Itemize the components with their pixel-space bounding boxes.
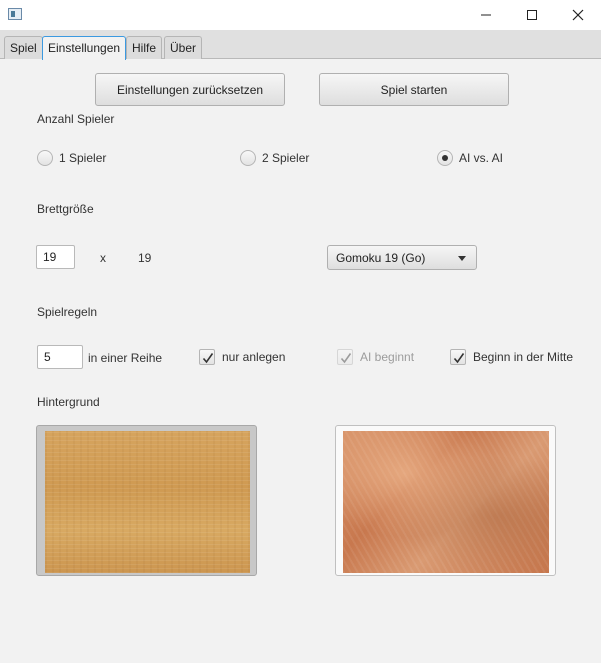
board-width-input[interactable]: 19: [36, 245, 75, 269]
in-a-row-label: in einer Reihe: [88, 351, 163, 365]
board-height-value: 19: [138, 251, 152, 265]
app-icon: [8, 8, 22, 20]
board-preset-select[interactable]: Gomoku 19 (Go): [327, 245, 477, 270]
close-button[interactable]: [555, 0, 601, 30]
background-heading: Hintergrund: [37, 395, 100, 409]
radio-circle-selected: [437, 150, 453, 166]
checkbox-label: nur anlegen: [222, 350, 286, 364]
close-icon: [572, 9, 584, 21]
checkbox-nur-anlegen[interactable]: nur anlegen: [199, 349, 285, 365]
reset-settings-button[interactable]: Einstellungen zurücksetzen: [95, 73, 285, 106]
title-bar: [0, 0, 601, 30]
radio-label: AI vs. AI: [459, 151, 504, 165]
radio-label: 2 Spieler: [262, 151, 310, 165]
checkbox-box: [337, 349, 353, 365]
checkbox-box: [199, 349, 215, 365]
start-game-button[interactable]: Spiel starten: [319, 73, 509, 106]
minimize-button[interactable]: [463, 0, 509, 30]
tab-ueber[interactable]: Über: [164, 36, 203, 59]
board-preset-value: Gomoku 19 (Go): [336, 251, 426, 265]
background-option-light-wood[interactable]: [36, 425, 257, 576]
checkbox-label: AI beginnt: [360, 350, 415, 364]
checkbox-box: [450, 349, 466, 365]
rules-heading: Spielregeln: [37, 305, 98, 319]
checkbox-beginn-mitte[interactable]: Beginn in der Mitte: [450, 349, 573, 365]
chevron-down-icon: [458, 256, 466, 261]
radio-circle: [37, 150, 53, 166]
tab-bar: Spiel Einstellungen Hilfe Über: [0, 30, 601, 60]
players-heading: Anzahl Spieler: [37, 112, 115, 126]
radio-1-player[interactable]: 1 Spieler: [37, 150, 106, 166]
radio-label: 1 Spieler: [59, 151, 107, 165]
checkbox-label: Beginn in der Mitte: [473, 350, 574, 364]
radio-circle: [240, 150, 256, 166]
checkbox-ai-beginnt: AI beginnt: [337, 349, 414, 365]
in-a-row-input[interactable]: 5: [37, 345, 83, 369]
checkmark-icon: [453, 353, 465, 364]
burl-wood-image: [343, 431, 549, 573]
minimize-icon: [481, 14, 491, 16]
checkmark-icon: [340, 353, 352, 364]
tab-einstellungen[interactable]: Einstellungen: [42, 36, 127, 60]
tab-hilfe[interactable]: Hilfe: [126, 36, 163, 59]
light-wood-image: [45, 431, 250, 573]
board-size-separator: x: [100, 251, 106, 265]
board-size-heading: Brettgröße: [37, 202, 94, 216]
maximize-button[interactable]: [509, 0, 555, 30]
background-option-burl-wood[interactable]: [335, 425, 556, 576]
tab-spiel[interactable]: Spiel: [4, 36, 43, 59]
radio-2-players[interactable]: 2 Spieler: [240, 150, 309, 166]
radio-ai-vs-ai[interactable]: AI vs. AI: [437, 150, 503, 166]
maximize-icon: [527, 10, 537, 20]
checkmark-icon: [202, 353, 214, 364]
